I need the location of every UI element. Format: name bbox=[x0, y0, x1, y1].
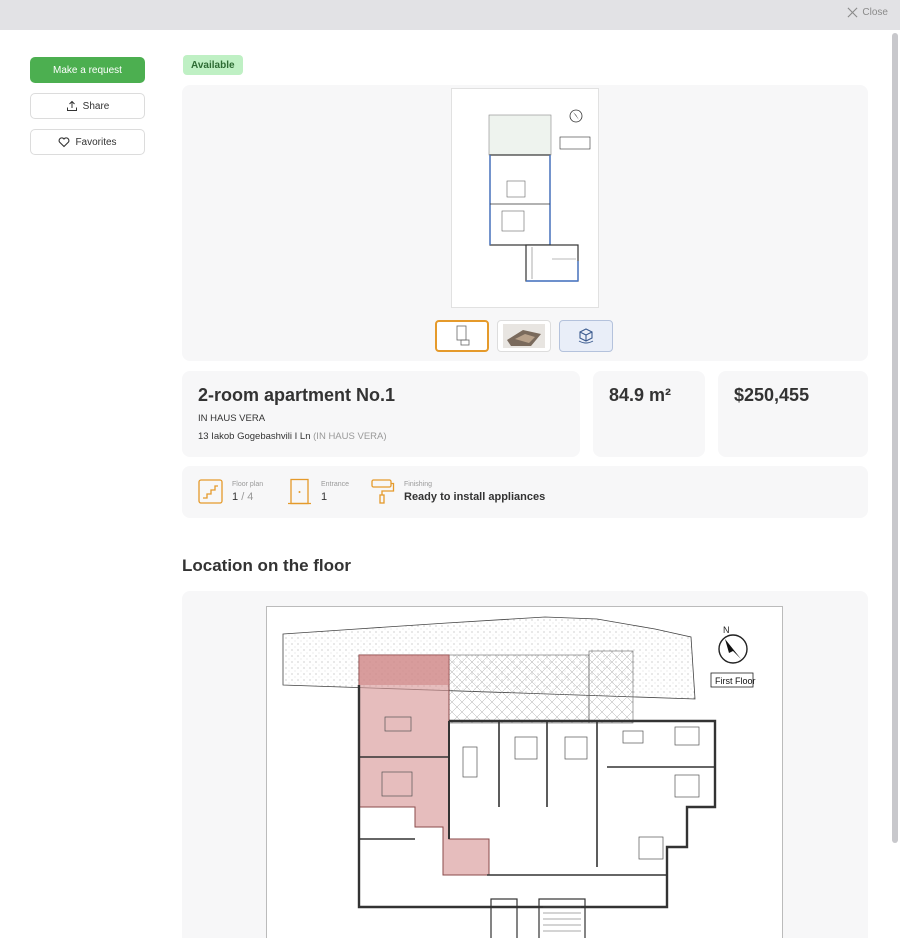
apartment-info-card: 2-room apartment No.1 IN HAUS VERA 13 Ia… bbox=[182, 371, 580, 457]
spec-entrance: Entrance 1 bbox=[287, 478, 349, 505]
stairs-icon bbox=[198, 478, 223, 505]
top-bar: Close bbox=[0, 0, 900, 30]
close-icon bbox=[847, 7, 858, 18]
address-text: 13 Iakob Gogebashvili I Ln bbox=[198, 431, 311, 442]
action-panel: Make a request Share Favorites bbox=[30, 57, 145, 165]
floor-current: 1 bbox=[232, 490, 239, 503]
share-button[interactable]: Share bbox=[30, 93, 145, 119]
finishing-value: Ready to install appliances bbox=[404, 491, 545, 503]
floor-label: Floor plan bbox=[232, 480, 264, 488]
close-label: Close bbox=[862, 7, 888, 18]
finishing-label: Finishing bbox=[404, 480, 433, 488]
floor-name-label: First Floor bbox=[715, 676, 756, 686]
location-heading: Location on the floor bbox=[182, 556, 352, 575]
render-thumbnail[interactable] bbox=[497, 320, 551, 352]
share-icon bbox=[66, 100, 77, 111]
make-request-button[interactable]: Make a request bbox=[30, 57, 145, 83]
floor-total: / 4 bbox=[241, 490, 254, 503]
apartment-title: 2-room apartment No.1 bbox=[198, 385, 396, 405]
share-label: Share bbox=[82, 100, 110, 112]
address-note: (IN HAUS VERA) bbox=[313, 431, 387, 442]
heart-icon bbox=[59, 137, 70, 148]
gallery-thumbnails bbox=[435, 320, 613, 352]
plan-gallery bbox=[182, 85, 868, 361]
floor-plan-image[interactable]: N First Floor bbox=[266, 606, 783, 938]
scrollbar[interactable] bbox=[892, 33, 898, 843]
paint-roller-icon bbox=[370, 478, 395, 505]
finishing-text: Ready to install appliances bbox=[404, 490, 546, 503]
entrance-label: Entrance bbox=[321, 480, 350, 488]
3d-cube-icon bbox=[578, 328, 594, 344]
door-icon bbox=[287, 478, 312, 505]
area-value: 84.9 m² bbox=[609, 385, 672, 405]
floor-value: 1 / 4 bbox=[232, 491, 263, 503]
favorites-label: Favorites bbox=[75, 136, 117, 148]
price-value: $250,455 bbox=[734, 385, 810, 405]
area-card: 84.9 m² bbox=[593, 371, 705, 457]
price-card: $250,455 bbox=[718, 371, 868, 457]
address: 13 Iakob Gogebashvili I Ln (IN HAUS VERA… bbox=[198, 431, 387, 442]
specs-bar: Floor plan 1 / 4 Entrance 1 Finishing Re… bbox=[182, 466, 868, 518]
apartment-plan-image[interactable] bbox=[451, 88, 599, 308]
plan-thumbnail[interactable] bbox=[435, 320, 489, 352]
entrance-value: 1 bbox=[321, 490, 328, 503]
favorites-button[interactable]: Favorites bbox=[30, 129, 145, 155]
spec-finishing: Finishing Ready to install appliances bbox=[370, 478, 545, 505]
complex-name: IN HAUS VERA bbox=[198, 413, 266, 424]
close-button[interactable]: Close bbox=[847, 7, 888, 18]
status-badge: Available bbox=[183, 55, 243, 75]
floor-plan-card: N First Floor bbox=[182, 591, 868, 938]
spec-floor: Floor plan 1 / 4 bbox=[198, 478, 263, 505]
3d-model-button[interactable] bbox=[559, 320, 613, 352]
compass-letter: N bbox=[723, 625, 730, 635]
